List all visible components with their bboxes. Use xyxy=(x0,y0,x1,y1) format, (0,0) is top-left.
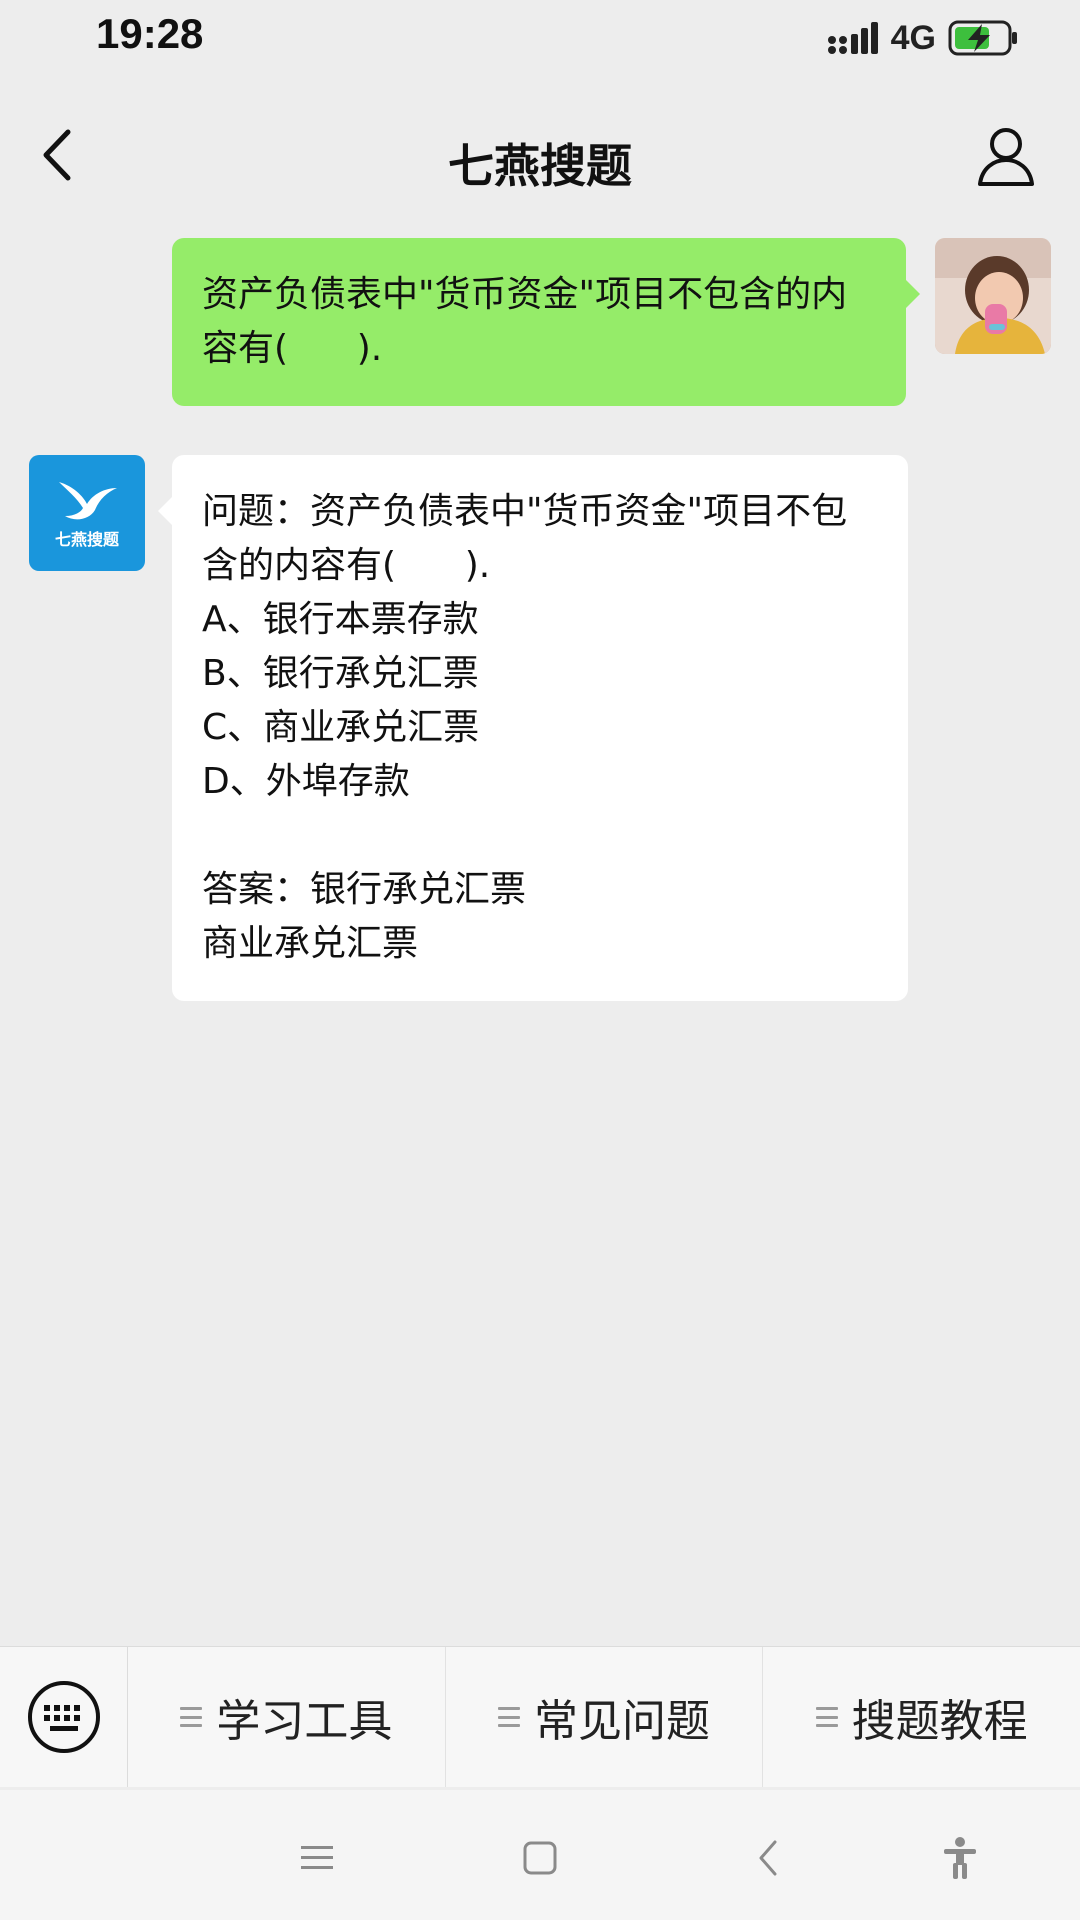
menu-label: 常见问题 xyxy=(534,1696,710,1747)
menu-search-tutorial[interactable]: 搜题教程 xyxy=(763,1647,1080,1787)
user-photo-avatar xyxy=(935,238,1051,354)
user-message-bubble[interactable]: 资产负债表中"货币资金"项目不包含的内容有( ). xyxy=(172,238,920,406)
menu-lines-icon xyxy=(815,1707,838,1727)
recent-apps-button[interactable] xyxy=(287,1828,347,1888)
status-bar: 19:28 4G xyxy=(0,0,1080,80)
question-text: 问题：资产负债表中"货币资金"项目不包含的内容有( ). xyxy=(202,491,848,586)
accessibility-button[interactable] xyxy=(930,1828,990,1888)
menu-study-tools[interactable]: 学习工具 xyxy=(128,1647,446,1787)
answer-text-continued: 商业承兑汇票 xyxy=(202,923,419,964)
home-square-icon xyxy=(523,1841,557,1875)
nav-bar: 七燕搜题 xyxy=(0,80,1080,220)
menu-label: 搜题教程 xyxy=(851,1696,1028,1747)
profile-button[interactable] xyxy=(974,124,1038,188)
keyboard-toggle-button[interactable] xyxy=(0,1647,128,1787)
back-arrow-icon xyxy=(759,1840,777,1876)
swallow-logo-icon xyxy=(59,482,117,520)
menu-lines-icon xyxy=(180,1707,203,1727)
system-navigation-bar xyxy=(0,1790,1080,1920)
user-message-text: 资产负债表中"货币资金"项目不包含的内容有( ). xyxy=(202,274,848,369)
menu-icon xyxy=(301,1846,333,1869)
menu-faq[interactable]: 常见问题 xyxy=(446,1647,764,1787)
user-avatar[interactable] xyxy=(935,238,1051,354)
system-back-button[interactable] xyxy=(738,1828,798,1888)
option-a: A、银行本票存款 xyxy=(202,599,479,640)
menu-label: 学习工具 xyxy=(216,1696,393,1747)
status-indicators: 4G xyxy=(827,16,1020,60)
menu-lines-icon xyxy=(498,1707,520,1727)
battery-charging-icon xyxy=(948,20,1017,56)
bot-logo-text: 七燕搜题 xyxy=(54,530,119,549)
page-title: 七燕搜题 xyxy=(448,139,632,193)
user-icon xyxy=(978,128,1034,186)
signal-icon xyxy=(827,22,878,54)
option-d: D、外埠存款 xyxy=(202,761,410,802)
accessibility-icon xyxy=(944,1837,976,1879)
status-time: 19:28 xyxy=(96,10,204,57)
option-b: B、银行承兑汇票 xyxy=(202,653,479,694)
bot-message-bubble[interactable]: 问题：资产负债表中"货币资金"项目不包含的内容有( ). A、银行本票存款 B、… xyxy=(158,455,908,1001)
bottom-menu-bar: 学习工具 常见问题 搜题教程 xyxy=(0,1646,1080,1787)
answer-text: 答案：银行承兑汇票 xyxy=(202,869,527,910)
bot-avatar[interactable]: 七燕搜题 xyxy=(29,455,145,571)
option-c: C、商业承兑汇票 xyxy=(202,707,480,748)
network-label: 4G xyxy=(890,18,936,57)
home-button[interactable] xyxy=(510,1828,570,1888)
keyboard-icon xyxy=(27,1681,100,1753)
